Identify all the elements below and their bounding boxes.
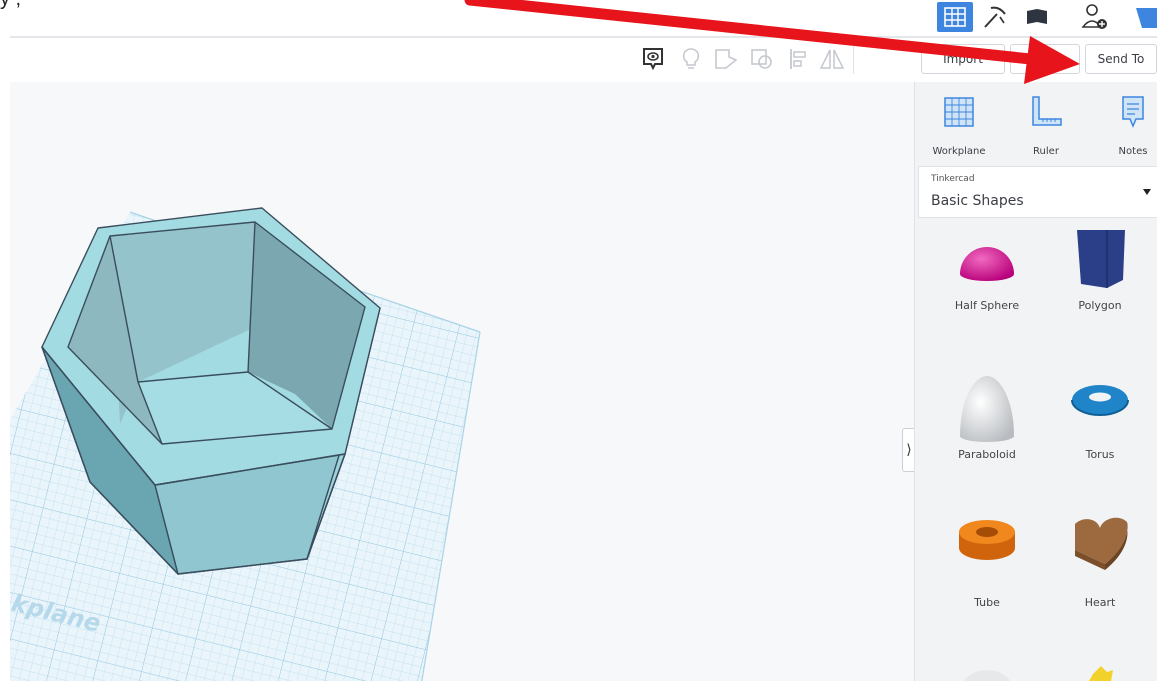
shape-library-dropdown[interactable]: Tinkercad Basic Shapes xyxy=(918,166,1157,218)
build-view-button[interactable] xyxy=(978,2,1012,32)
grid-view-button[interactable] xyxy=(937,2,973,32)
shape-label: Heart xyxy=(1084,596,1116,609)
comment-eye-icon xyxy=(643,48,663,71)
shape-label: Torus xyxy=(1085,448,1115,461)
heart-icon xyxy=(1075,517,1128,570)
ungroup-icon xyxy=(751,49,772,69)
chevron-right-icon: ⟩ xyxy=(906,442,912,458)
import-button[interactable]: Import xyxy=(921,44,1005,74)
workplane-icon xyxy=(944,97,974,127)
grid-icon xyxy=(944,7,966,27)
shape-polygon[interactable]: Polygon xyxy=(1045,230,1155,320)
shapes-panel: Workplane Ruler Notes Tinkercad Basic Sh… xyxy=(914,82,1157,681)
shape-label: Polygon xyxy=(1078,299,1122,312)
add-user-icon xyxy=(1081,4,1107,29)
export-button[interactable]: Exp xyxy=(1010,44,1080,74)
workplane-tool[interactable]: Workplane xyxy=(924,92,994,162)
overlay-caption: y , xyxy=(0,0,21,11)
torus-icon xyxy=(1071,385,1129,416)
ruler-tool-label: Ruler xyxy=(1033,146,1059,157)
mirror-icon xyxy=(819,49,845,69)
shape-label: Tube xyxy=(974,596,1000,609)
shape-tube[interactable]: Tube xyxy=(932,514,1042,609)
shape-paraboloid[interactable]: Paraboloid xyxy=(932,370,1042,465)
workplane-tool-label: Workplane xyxy=(932,146,986,157)
ruler-tool[interactable]: Ruler xyxy=(1011,92,1081,162)
tube-icon xyxy=(959,520,1015,560)
sphere-partial-icon xyxy=(963,670,1011,681)
mirror-button[interactable] xyxy=(818,45,846,73)
book-icon xyxy=(1027,9,1047,24)
notes-tool[interactable]: Notes xyxy=(1098,92,1157,162)
editor-toolbar: Import Exp Send To xyxy=(10,36,1157,84)
pickaxe-icon xyxy=(984,6,1006,28)
shape-star[interactable] xyxy=(1045,654,1155,681)
notes-toggle-button[interactable] xyxy=(639,45,667,73)
hint-button[interactable] xyxy=(677,45,705,73)
shape-label: Paraboloid xyxy=(958,448,1016,461)
library-source: Tinkercad xyxy=(931,174,975,184)
shape-heart[interactable]: Heart xyxy=(1045,514,1155,609)
dropdown-caret-icon xyxy=(1143,189,1151,195)
paraboloid-icon xyxy=(960,376,1014,442)
scene-svg: kplane xyxy=(10,207,481,681)
notes-tool-label: Notes xyxy=(1118,146,1148,157)
group-button[interactable] xyxy=(712,45,740,73)
profile-icon xyxy=(1136,8,1157,28)
library-category: Basic Shapes xyxy=(931,193,1024,209)
star-icon xyxy=(1089,666,1113,681)
lessons-button[interactable] xyxy=(1020,2,1054,32)
shape-next-row[interactable] xyxy=(932,654,1042,681)
collapse-panel-button[interactable]: ⟩ xyxy=(902,428,914,472)
note-icon xyxy=(1122,96,1144,128)
polygon-icon xyxy=(1077,230,1125,288)
workplane-canvas[interactable]: kplane ⟩ xyxy=(10,82,914,681)
group-icon xyxy=(715,49,738,69)
shape-half-sphere[interactable]: Half Sphere xyxy=(932,230,1042,320)
shape-label: Half Sphere xyxy=(954,299,1020,312)
ruler-icon xyxy=(1032,96,1062,126)
lightbulb-icon xyxy=(682,48,700,69)
half-sphere-icon xyxy=(960,247,1014,281)
align-button[interactable] xyxy=(784,45,812,73)
toolbar-divider xyxy=(853,46,854,74)
profile-button[interactable] xyxy=(1130,2,1157,32)
align-icon xyxy=(790,49,806,69)
send-to-button[interactable]: Send To xyxy=(1085,44,1157,74)
top-bar: y , xyxy=(0,0,1157,36)
ungroup-button[interactable] xyxy=(748,45,776,73)
invite-user-button[interactable] xyxy=(1078,2,1112,32)
shape-torus[interactable]: Torus xyxy=(1045,370,1155,465)
